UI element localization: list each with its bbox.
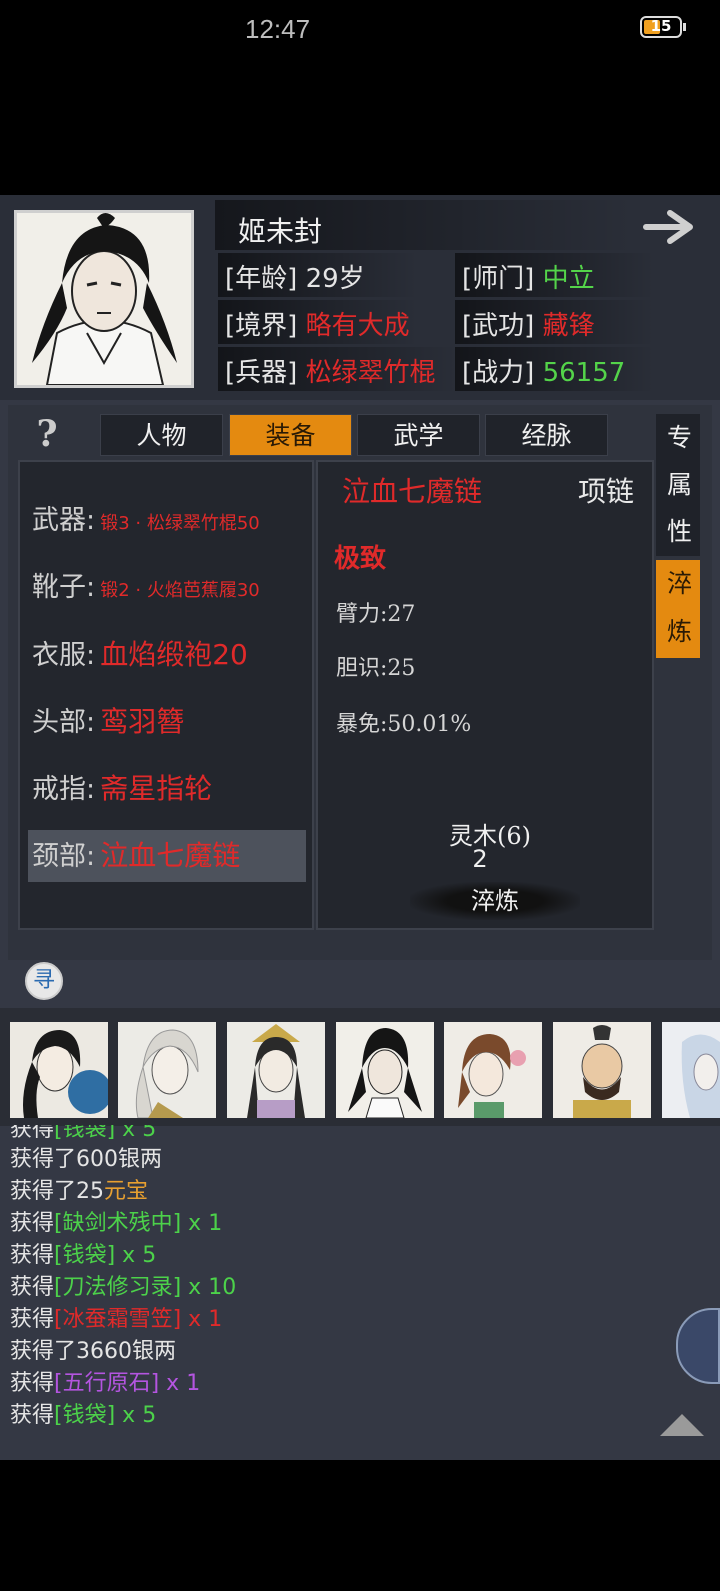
battery-icon: 15 [640, 16, 682, 38]
status-time: 12:47 [245, 14, 311, 44]
party-member-portrait[interactable] [336, 1022, 434, 1118]
help-icon[interactable]: ? [27, 414, 67, 454]
slot-clothes[interactable]: 衣服: 血焰缎袍20 [32, 630, 248, 680]
log-line: 获得[钱袋] x 5 [10, 1403, 157, 1425]
log-line: 获得[刀法修习录] x 10 [10, 1275, 237, 1300]
refine-cost-value: 2 [472, 845, 488, 873]
item-type: 项链 [578, 475, 635, 508]
character-portrait [14, 210, 194, 388]
party-member-portrait[interactable] [227, 1022, 325, 1118]
stat-realm: [境界] 略有大成 [225, 311, 410, 341]
party-member-portrait[interactable] [553, 1022, 651, 1118]
slot-neck[interactable]: 颈部: 泣血七魔链 [32, 831, 240, 881]
stat-sect: [师门] 中立 [462, 264, 595, 294]
character-name: 姬未封 [238, 215, 323, 248]
slot-weapon[interactable]: 武器: 锻3 · 松绿翠竹棍50 [32, 496, 260, 546]
stat-weapon: [兵器] 松绿翠竹棍 [225, 358, 436, 388]
log-line: 获得了3660银两 [10, 1339, 176, 1364]
party-member-portrait[interactable] [118, 1022, 216, 1118]
scroll-up-icon[interactable] [660, 1414, 704, 1436]
log-line: 获得了600银两 [10, 1147, 162, 1172]
tab-exclusive-attributes[interactable]: 专属性 [656, 414, 700, 556]
stat-power: [战力] 56157 [462, 358, 626, 388]
slot-ring[interactable]: 戒指: 斋星指轮 [32, 764, 212, 814]
item-name: 泣血七魔链 [342, 475, 483, 508]
log-line: 获得[缺剑术残中] x 1 [10, 1211, 223, 1236]
party-member-portrait[interactable] [444, 1022, 542, 1118]
next-arrow-icon[interactable] [642, 205, 702, 250]
item-attribute: 臂力:27 [336, 602, 416, 627]
tab-character[interactable]: 人物 [100, 414, 223, 456]
stat-martial-art: [武功] 藏锋 [462, 311, 595, 341]
party-member-portrait[interactable] [10, 1022, 108, 1118]
log-line: 获得[钱袋] x 5 [10, 1243, 157, 1268]
party-member-portrait[interactable] [662, 1022, 720, 1118]
battery-level: 15 [650, 17, 672, 35]
tab-equipment[interactable]: 装备 [229, 414, 352, 456]
tab-martial-arts[interactable]: 武学 [357, 414, 480, 456]
battery-tip [683, 23, 686, 31]
item-attribute: 暴免:50.01% [336, 712, 472, 737]
refine-button[interactable]: 淬炼 [410, 882, 580, 920]
item-quality: 极致 [334, 544, 387, 574]
reward-log: 获得[钱袋] x 5 获得了600银两 获得了25元宝 获得[缺剑术残中] x … [10, 1125, 670, 1425]
log-line: 获得了25元宝 [10, 1179, 149, 1204]
item-attribute: 胆识:25 [336, 656, 416, 681]
stat-age: [年龄] 29岁 [225, 264, 365, 294]
tab-meridians[interactable]: 经脉 [485, 414, 608, 456]
seek-icon[interactable]: 寻 [25, 962, 63, 1000]
slot-head[interactable]: 头部: 鸾羽簪 [32, 697, 184, 747]
log-line: 获得[五行原石] x 1 [10, 1371, 201, 1396]
tab-refine[interactable]: 淬炼 [656, 560, 700, 658]
log-line: 获得[冰蚕霜雪笠] x 1 [10, 1307, 223, 1332]
slot-boots[interactable]: 靴子: 锻2 · 火焰芭蕉履30 [32, 563, 260, 613]
